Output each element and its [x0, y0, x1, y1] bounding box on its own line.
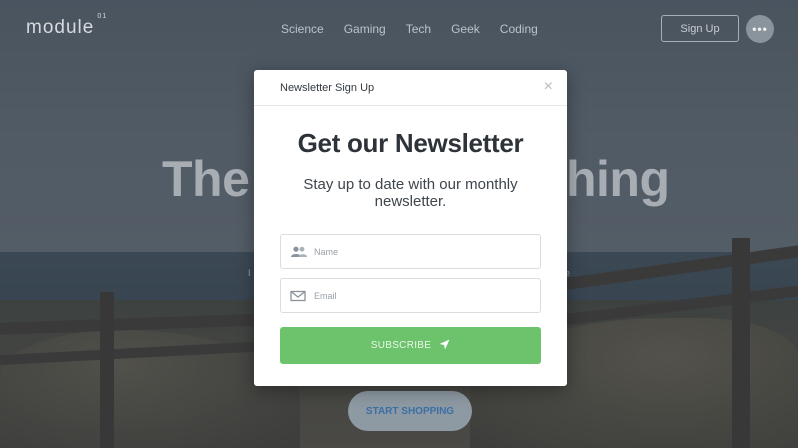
logo-text: module	[26, 17, 95, 38]
more-options-button[interactable]: •••	[746, 15, 774, 43]
modal-title: Newsletter Sign Up	[280, 82, 375, 94]
nav-link-gaming[interactable]: Gaming	[344, 22, 386, 36]
newsletter-headline: Get our Newsletter	[297, 128, 524, 158]
top-nav: Science Gaming Tech Geek Coding	[281, 22, 538, 36]
email-field[interactable]	[280, 278, 541, 313]
newsletter-modal: Newsletter Sign Up × Get our Newsletter …	[254, 70, 567, 386]
name-input[interactable]	[314, 246, 524, 257]
subscribe-button[interactable]: SUBSCRIBE	[280, 327, 541, 364]
modal-header: Newsletter Sign Up ×	[254, 70, 567, 106]
name-field[interactable]	[280, 234, 541, 269]
nav-link-science[interactable]: Science	[281, 22, 324, 36]
logo-sup: 01	[97, 12, 108, 20]
users-icon	[290, 245, 308, 259]
hero-subtext-left: I	[248, 268, 251, 278]
hero-title-right: hing	[566, 151, 670, 207]
sign-up-button[interactable]: Sign Up	[661, 15, 739, 42]
close-icon[interactable]: ×	[544, 78, 553, 96]
hero-title-left: The	[162, 151, 250, 207]
envelope-icon	[290, 289, 308, 303]
email-input[interactable]	[314, 290, 524, 301]
newsletter-subline: Stay up to date with our monthly newslet…	[303, 176, 518, 210]
start-shopping-button[interactable]: START SHOPPING	[348, 391, 472, 431]
subscribe-label: SUBSCRIBE	[370, 340, 432, 351]
nav-link-coding[interactable]: Coding	[500, 22, 538, 36]
nav-link-geek[interactable]: Geek	[451, 22, 480, 36]
nav-link-tech[interactable]: Tech	[406, 22, 431, 36]
site-logo[interactable]: module01	[26, 13, 107, 39]
send-icon	[439, 339, 450, 353]
